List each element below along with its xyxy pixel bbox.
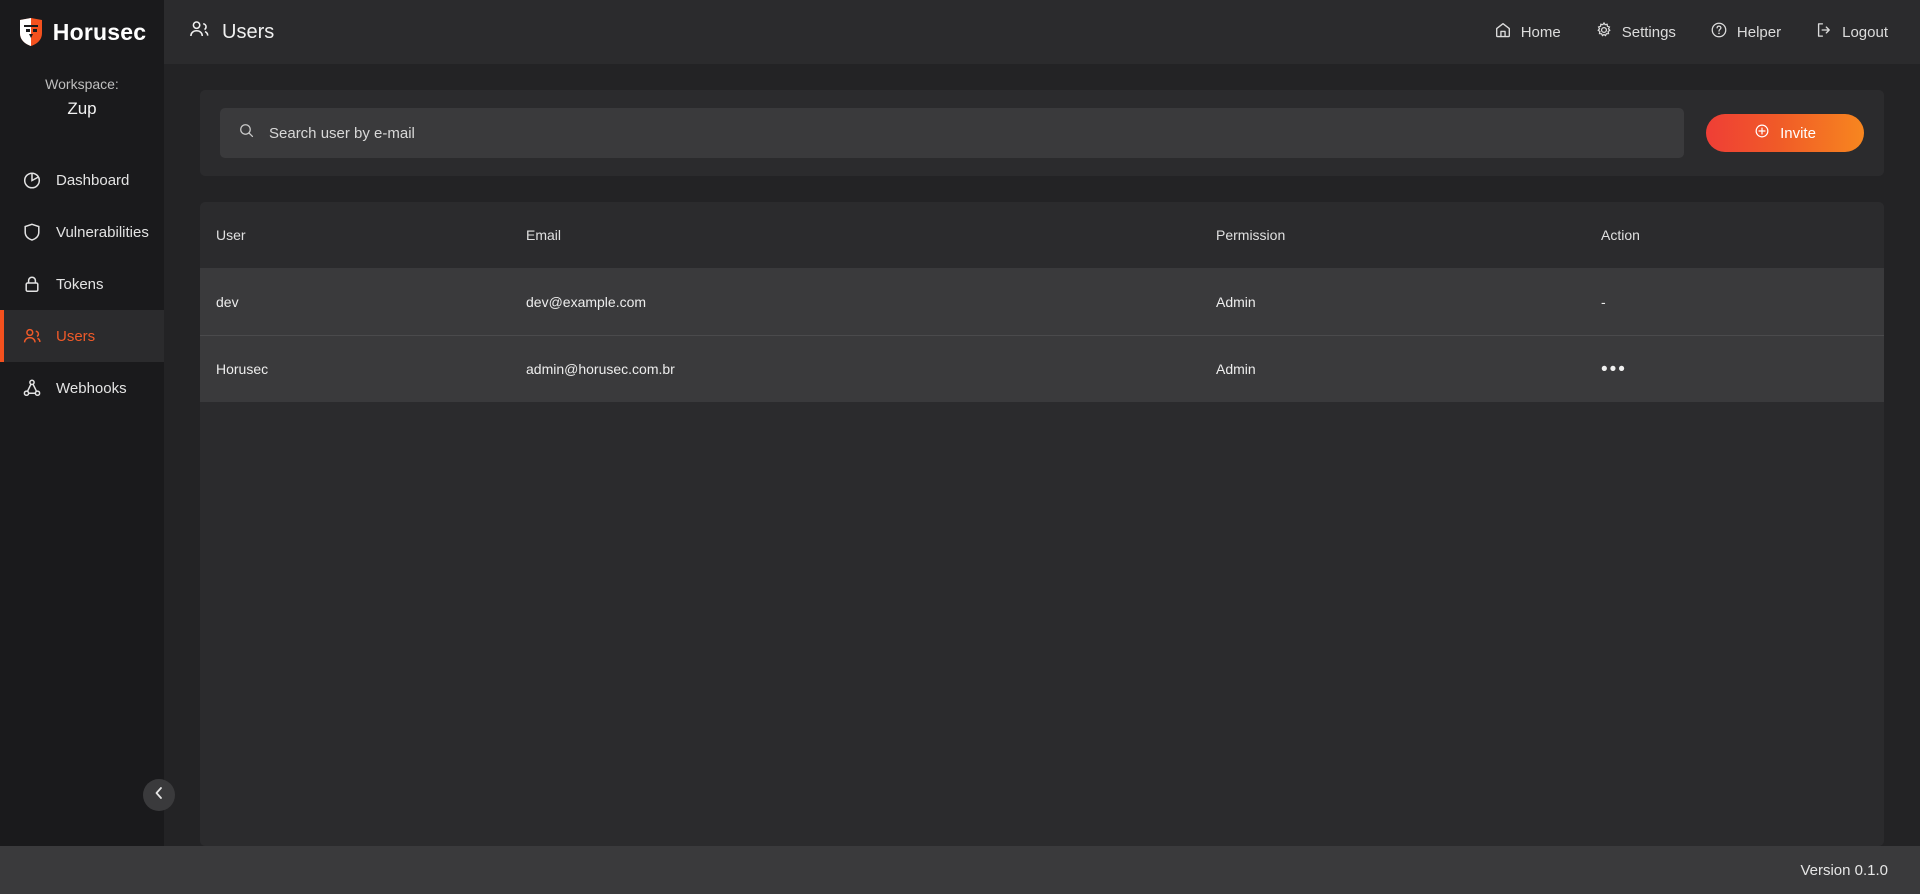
page-title: Users xyxy=(188,18,274,46)
cell-permission: Admin xyxy=(1216,361,1256,377)
column-header-action: Action xyxy=(1601,227,1640,243)
gear-icon xyxy=(1595,21,1613,43)
row-actions-menu-icon[interactable]: ••• xyxy=(1601,359,1627,380)
app-root: Horusec Workspace: Zup Dashboard Vulnera… xyxy=(0,0,1920,894)
users-icon xyxy=(188,18,210,46)
topbar-item-label: Logout xyxy=(1842,23,1888,41)
topbar-item-label: Settings xyxy=(1621,23,1676,41)
cell-email: admin@horusec.com.br xyxy=(526,361,675,377)
column-header-email: Email xyxy=(526,227,562,243)
version-label: Version 0.1.0 xyxy=(1800,861,1888,879)
cell-action: ••• xyxy=(1601,360,1868,379)
brand-logo[interactable]: Horusec xyxy=(0,0,164,64)
users-table: User Email Permission Action dev dev@exa… xyxy=(200,202,1884,846)
sidebar-item-label: Users xyxy=(56,327,96,345)
topbar-item-helper[interactable]: Helper xyxy=(1710,21,1781,43)
topbar-item-label: Home xyxy=(1520,23,1561,41)
sidebar-item-label: Vulnerabilities xyxy=(56,223,149,241)
search-field-wrapper[interactable] xyxy=(220,108,1684,158)
main-area: Users Home Settings Helper Logout Search… xyxy=(164,0,1920,846)
sidebar-item-dashboard[interactable]: Dashboard xyxy=(0,154,164,206)
sidebar-item-tokens[interactable]: Tokens xyxy=(0,258,164,310)
body-row: Horusec Workspace: Zup Dashboard Vulnera… xyxy=(0,0,1920,846)
logout-icon xyxy=(1815,21,1833,43)
workspace-block: Workspace: Zup xyxy=(0,72,164,122)
shield-icon xyxy=(22,222,42,242)
sidebar: Horusec Workspace: Zup Dashboard Vulnera… xyxy=(0,0,175,846)
sidebar-collapse-button[interactable] xyxy=(143,779,175,811)
sidebar-item-label: Webhooks xyxy=(56,379,127,397)
sidebar-item-label: Dashboard xyxy=(56,171,130,189)
shield-logo-icon xyxy=(18,17,44,47)
search-card: Invite xyxy=(200,90,1884,176)
topbar-item-label: Helper xyxy=(1736,23,1782,41)
invite-button[interactable]: Invite xyxy=(1706,114,1864,152)
cell-action: - xyxy=(1601,294,1868,310)
workspace-name: Zup xyxy=(67,99,97,118)
footer: Version 0.1.0 xyxy=(0,846,1920,894)
topbar-item-settings[interactable]: Settings xyxy=(1595,21,1676,43)
question-circle-icon xyxy=(1710,21,1728,43)
brand-name: Horusec xyxy=(52,18,147,45)
cell-permission: Admin xyxy=(1216,293,1256,310)
cell-user: dev xyxy=(216,293,239,310)
topbar-item-logout[interactable]: Logout xyxy=(1815,21,1888,43)
content-area: Invite User Email Permission Action dev … xyxy=(164,64,1920,846)
topbar-menu: Home Settings Helper Logout xyxy=(1494,21,1888,43)
invite-button-label: Invite xyxy=(1780,124,1816,142)
table-row[interactable]: dev dev@example.com Admin - xyxy=(200,268,1884,335)
page-title-text: Users xyxy=(222,20,275,43)
sidebar-nav: Dashboard Vulnerabilities Tokens Users W… xyxy=(0,154,164,414)
table-header-row: User Email Permission Action xyxy=(200,202,1884,268)
topbar-item-home[interactable]: Home xyxy=(1494,21,1561,43)
sidebar-item-vulnerabilities[interactable]: Vulnerabilities xyxy=(0,206,164,258)
topbar: Users Home Settings Helper Logout xyxy=(164,0,1920,64)
cell-user: Horusec xyxy=(216,361,269,377)
home-icon xyxy=(1494,21,1512,43)
sidebar-item-webhooks[interactable]: Webhooks xyxy=(0,362,164,414)
webhook-icon xyxy=(22,378,42,398)
cell-email: dev@example.com xyxy=(526,293,647,310)
sidebar-item-users[interactable]: Users xyxy=(0,310,164,362)
column-header-user: User xyxy=(216,227,246,243)
plus-circle-icon xyxy=(1754,123,1770,143)
action-placeholder: - xyxy=(1601,293,1606,310)
users-icon xyxy=(22,326,42,346)
workspace-label: Workspace: xyxy=(45,76,119,92)
column-header-permission: Permission xyxy=(1216,227,1286,243)
table-row[interactable]: Horusec admin@horusec.com.br Admin ••• xyxy=(200,335,1884,402)
search-input[interactable] xyxy=(269,124,1666,142)
search-icon xyxy=(238,122,255,144)
sidebar-item-label: Tokens xyxy=(56,275,104,293)
chevron-left-icon xyxy=(151,785,167,806)
lock-icon xyxy=(22,274,42,294)
pie-chart-icon xyxy=(22,170,42,190)
